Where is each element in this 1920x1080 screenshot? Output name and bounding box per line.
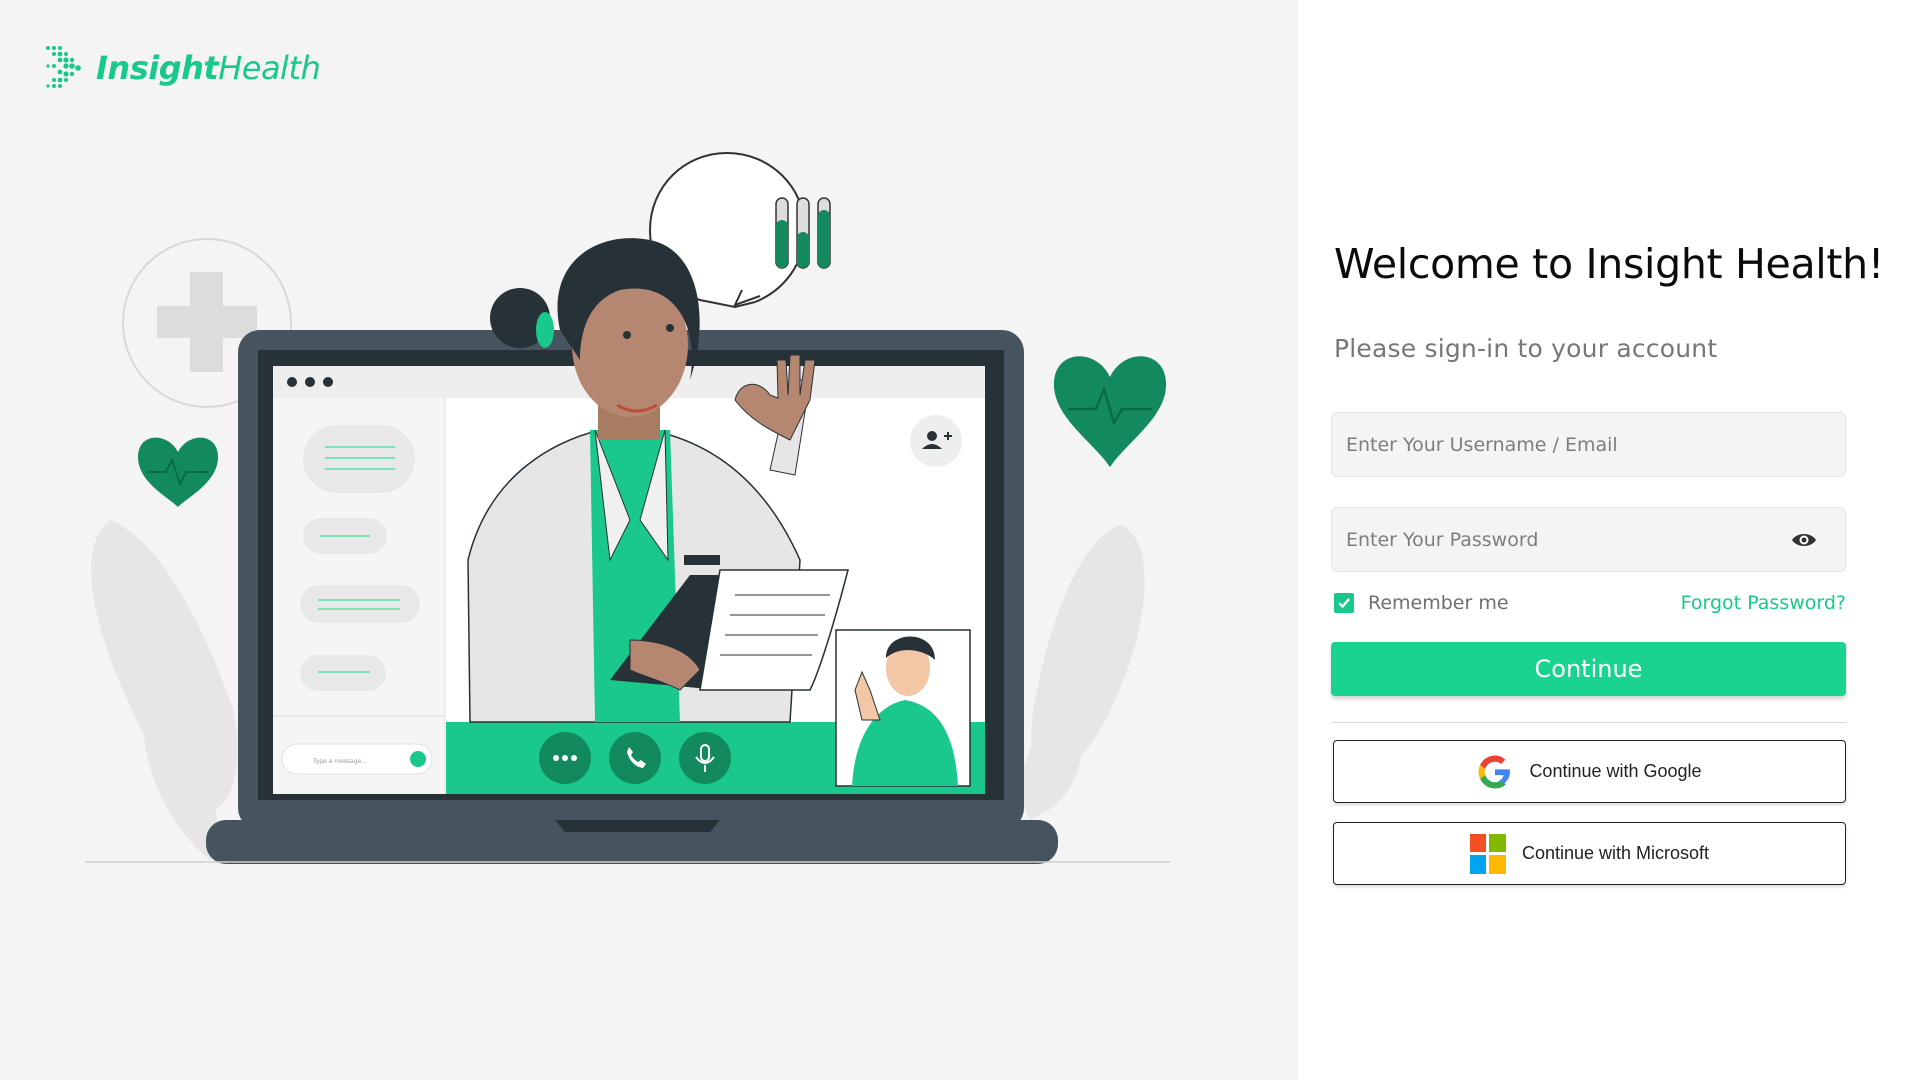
page-subtitle: Please sign-in to your account — [1334, 334, 1718, 363]
microsoft-button-label: Continue with Microsoft — [1521, 843, 1710, 863]
google-sign-in-button[interactable]: Continue with Google — [1333, 740, 1846, 803]
chat-input-placeholder: Type a message... — [312, 758, 367, 765]
telehealth-illustration: Type a message... — [85, 151, 1170, 864]
username-field-container — [1331, 412, 1846, 477]
divider — [1331, 722, 1846, 723]
google-icon — [1478, 755, 1511, 788]
google-button-label: Continue with Google — [1529, 761, 1702, 781]
remember-me-checkbox[interactable] — [1334, 593, 1354, 613]
brand-name: InsightHealth — [96, 49, 321, 87]
remember-me-label: Remember me — [1368, 592, 1509, 614]
continue-button[interactable]: Continue — [1331, 642, 1846, 696]
heart-pulse-icon — [1053, 356, 1167, 467]
leaf-right-decoration — [1021, 525, 1145, 820]
password-field-container — [1331, 507, 1846, 572]
forgot-password-link[interactable]: Forgot Password? — [1681, 592, 1846, 614]
username-input[interactable] — [1332, 413, 1845, 476]
add-user-icon — [910, 415, 962, 467]
send-icon — [410, 751, 426, 767]
brand-logo: InsightHealth — [44, 44, 321, 92]
phone-icon — [609, 732, 661, 784]
password-input[interactable] — [1332, 508, 1845, 571]
show-password-eye-icon[interactable] — [1791, 530, 1817, 550]
microphone-icon — [679, 732, 731, 784]
laptop-screen: Type a message... — [273, 238, 985, 794]
remember-me-toggle[interactable]: Remember me — [1334, 592, 1509, 614]
illustration-panel: Type a message... InsightHealth — [0, 0, 1298, 1080]
patient-video-thumbnail — [835, 629, 971, 787]
dotted-arrow-icon — [46, 46, 81, 88]
login-panel: Welcome to Insight Health! Please sign-i… — [1298, 0, 1920, 1080]
checkmark-icon — [1338, 598, 1350, 609]
page-title: Welcome to Insight Health! — [1334, 240, 1884, 288]
microsoft-icon — [1469, 833, 1506, 874]
microsoft-sign-in-button[interactable]: Continue with Microsoft — [1333, 822, 1846, 885]
heart-pulse-icon — [138, 437, 218, 507]
leaf-left-decoration — [91, 520, 238, 860]
